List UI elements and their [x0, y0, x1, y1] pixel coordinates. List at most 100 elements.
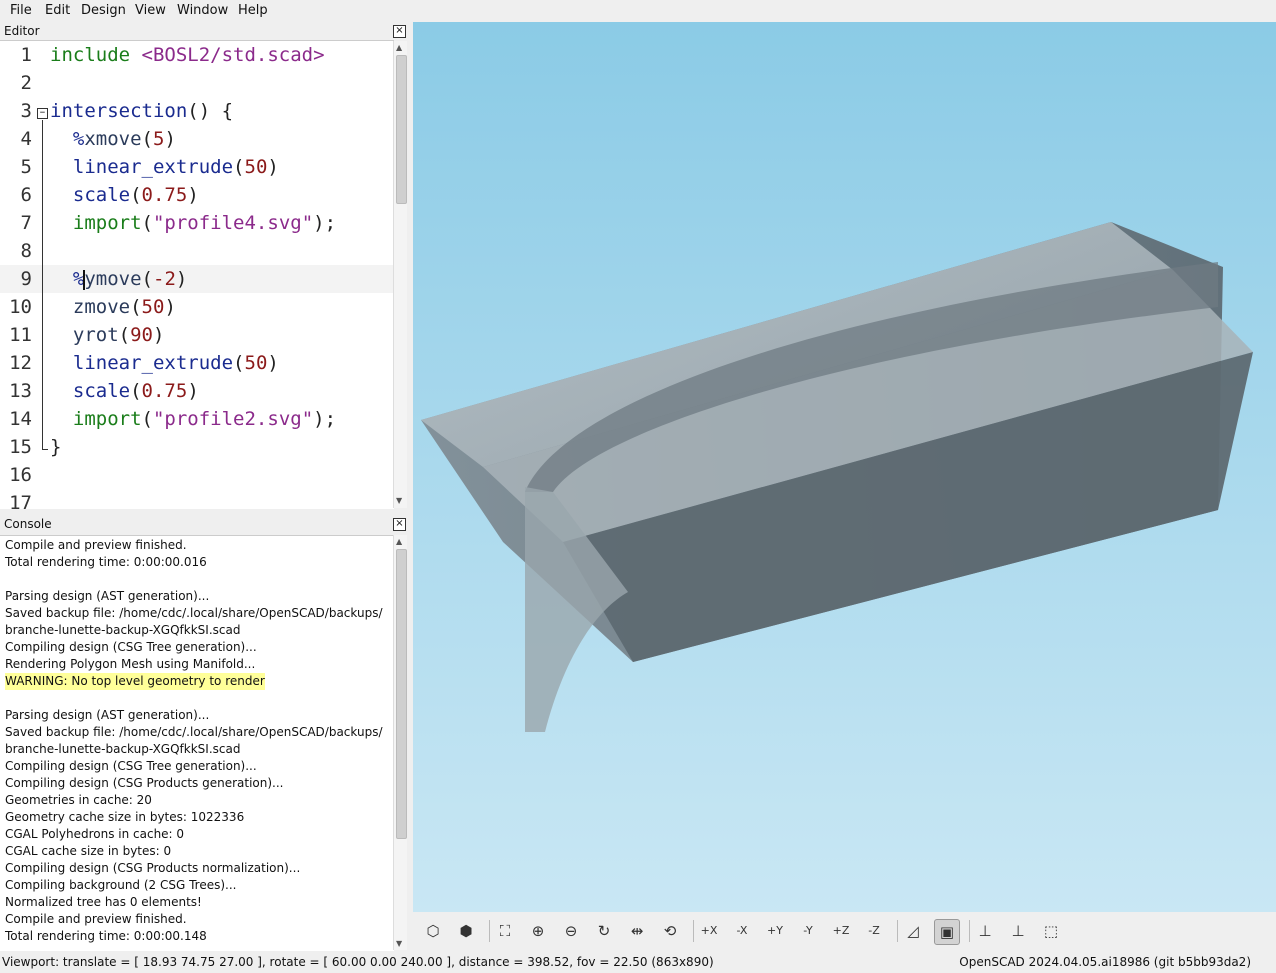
preview-model [421, 222, 1253, 732]
show-axes-icon[interactable]: ⊥ [973, 919, 997, 943]
line-number: 16 [9, 464, 32, 486]
view-front-icon[interactable]: -Y [796, 919, 820, 943]
editor-close-icon[interactable]: × [393, 25, 406, 38]
code-token: linear_extrude [72, 352, 234, 374]
code-line[interactable]: 3 intersection() { [0, 97, 394, 125]
code-text: %ymove(-2) [50, 265, 187, 293]
panel-splitter[interactable] [0, 508, 410, 514]
menu-file[interactable]: File [10, 3, 32, 18]
code-token: ) [267, 352, 279, 374]
console-line: branche-lunette-backup-XGQfkkSI.scad [5, 623, 241, 637]
code-line[interactable]: 12 linear_extrude(50) [0, 349, 394, 377]
menu-view[interactable]: View [135, 3, 166, 18]
line-number: 14 [9, 408, 32, 430]
console-line: Parsing design (AST generation)... [5, 589, 210, 603]
viewport-status: Viewport: translate = [ 18.93 74.75 27.0… [2, 955, 714, 969]
console-line: Parsing design (AST generation)... [5, 708, 210, 722]
scroll-up-icon[interactable]: ▲ [396, 537, 402, 546]
view-back-icon[interactable]: +Y [763, 919, 787, 943]
code-line[interactable]: 2 [0, 69, 394, 97]
console-line: CGAL Polyhedrons in cache: 0 [5, 827, 185, 841]
code-text: yrot(90) [50, 321, 165, 349]
view-toolbar: ⬡ ⬢ ⛶ ⊕ ⊖ ↻ ⇹ ⟲ +X -X +Y -Y +Z -Z ◿ ▣ ⊥ ⊥ ⬚ [413, 912, 1276, 950]
code-line[interactable]: 6 scale(0.75) [0, 181, 394, 209]
code-editor[interactable]: 1 include <BOSL2/std.scad> 2 3 intersection(… [0, 40, 394, 509]
console-line: Compiling design (CSG Products normaliza… [5, 861, 301, 875]
code-line[interactable]: 16 [0, 461, 394, 489]
toolbar-separator [693, 920, 694, 942]
editor-title: Editor [4, 24, 40, 38]
orthogonal-icon[interactable]: ▣ [934, 919, 960, 945]
code-line[interactable]: 9 %ymove(-2) [0, 265, 394, 293]
console-title: Console [4, 517, 52, 531]
console-scrollbar[interactable]: ▲ ▼ [393, 535, 407, 950]
menu-window[interactable]: Window [177, 3, 228, 18]
console-line: Saved backup file: /home/cdc/.local/shar… [5, 725, 383, 739]
zoom-out-icon[interactable]: ⊖ [559, 919, 583, 943]
code-token: 50 [244, 156, 268, 178]
code-token: include [50, 44, 142, 66]
code-text: linear_extrude(50) [50, 153, 279, 181]
code-line[interactable]: 15} [0, 433, 394, 461]
view-right-icon[interactable]: +X [697, 919, 721, 943]
scroll-up-icon[interactable]: ▲ [396, 43, 402, 52]
3d-viewport[interactable] [413, 22, 1276, 912]
code-line[interactable]: 5 linear_extrude(50) [0, 153, 394, 181]
code-token: import [72, 212, 142, 234]
view-top-icon[interactable]: +Z [829, 919, 853, 943]
code-token: -2 [153, 268, 176, 290]
fold-end [42, 449, 48, 450]
code-token: ) [187, 380, 199, 402]
line-number: 7 [20, 212, 32, 234]
editor-scrollbar[interactable]: ▲ ▼ [393, 41, 407, 508]
view-bottom-icon[interactable]: -Z [862, 919, 886, 943]
console-line: Compiling background (2 CSG Trees)... [5, 878, 237, 892]
show-edges-icon[interactable]: ⬚ [1039, 919, 1063, 943]
code-token: 0.75 [141, 184, 188, 206]
show-scale-markers-icon[interactable]: ⊥ [1006, 919, 1030, 943]
view-left-icon[interactable]: -X [730, 919, 754, 943]
code-text: scale(0.75) [50, 181, 199, 209]
console-close-icon[interactable]: × [393, 518, 406, 531]
console-line: Total rendering time: 0:00:00.148 [5, 929, 207, 943]
code-token: 50 [244, 352, 268, 374]
code-line[interactable]: 10 zmove(50) [0, 293, 394, 321]
code-token: () { [187, 100, 234, 122]
zoom-in-icon[interactable]: ⊕ [526, 919, 550, 943]
rotate-icon[interactable]: ⟲ [658, 919, 682, 943]
perspective-icon[interactable]: ◿ [901, 919, 925, 943]
menu-help[interactable]: Help [238, 3, 268, 18]
fold-marker-icon[interactable]: − [37, 108, 48, 119]
code-line[interactable]: 4 %xmove(5) [0, 125, 394, 153]
code-line[interactable]: 8 [0, 237, 394, 265]
console-scroll-thumb[interactable] [396, 549, 407, 839]
code-token: 0.75 [141, 380, 188, 402]
code-text: zmove(50) [50, 293, 176, 321]
view-all-icon[interactable]: ⛶ [493, 919, 517, 943]
code-line[interactable]: 7 import("profile4.svg"); [0, 209, 394, 237]
code-token: import [72, 408, 142, 430]
preview-icon[interactable]: ⬡ [421, 919, 445, 943]
menu-edit[interactable]: Edit [45, 3, 70, 18]
scroll-down-icon[interactable]: ▼ [396, 939, 402, 948]
editor-scroll-thumb[interactable] [396, 55, 407, 204]
code-line[interactable]: 1 include <BOSL2/std.scad> [0, 41, 394, 69]
code-line[interactable]: 17 [0, 489, 394, 509]
console-line: Normalized tree has 0 elements! [5, 895, 202, 909]
console-line: Compile and preview finished. [5, 538, 187, 552]
code-line[interactable]: 11 yrot(90) [0, 321, 394, 349]
console-line: Geometry cache size in bytes: 1022336 [5, 810, 245, 824]
code-line[interactable]: 13 scale(0.75) [0, 377, 394, 405]
line-number: 10 [9, 296, 32, 318]
render-icon[interactable]: ⬢ [454, 919, 478, 943]
scroll-down-icon[interactable]: ▼ [396, 496, 402, 505]
code-line[interactable]: 14 import("profile2.svg"); [0, 405, 394, 433]
code-token: ( [130, 380, 142, 402]
view-center-icon[interactable]: ⇹ [625, 919, 649, 943]
reset-view-icon[interactable]: ↻ [592, 919, 616, 943]
menu-design[interactable]: Design [81, 3, 126, 18]
